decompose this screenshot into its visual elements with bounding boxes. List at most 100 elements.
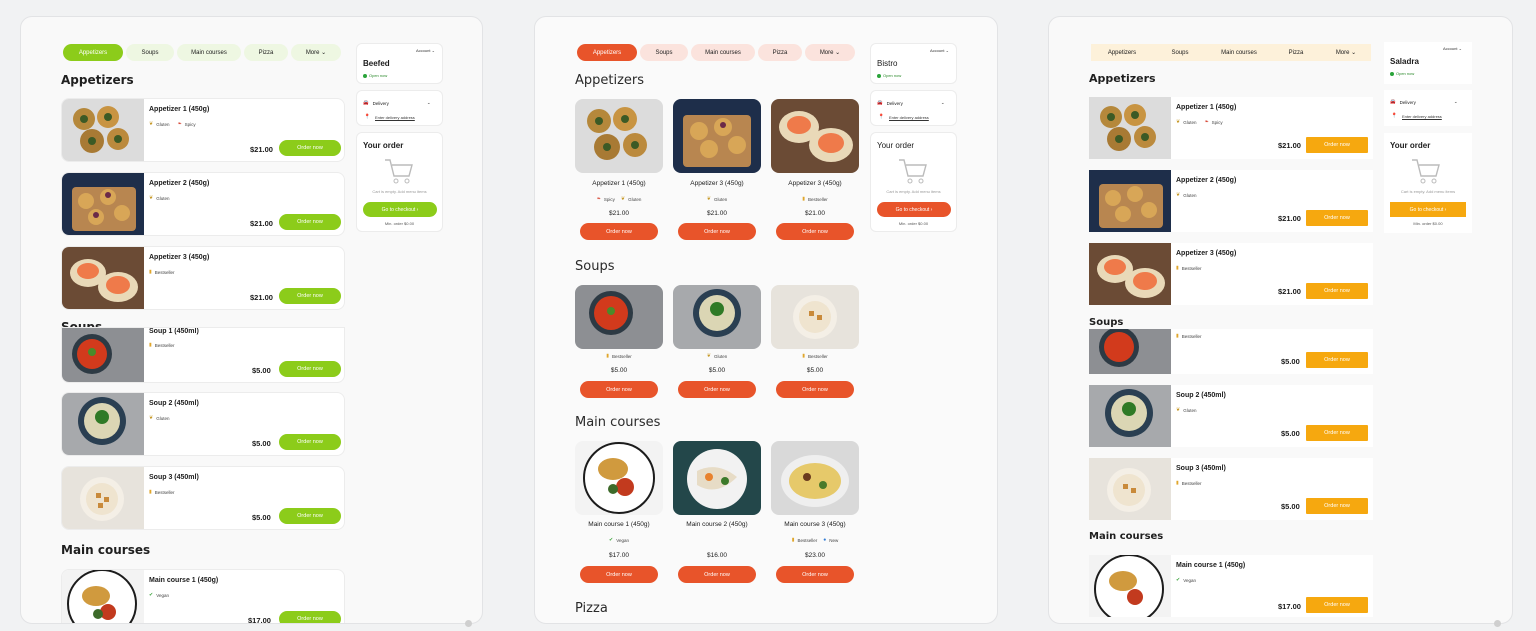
checkout-button[interactable]: Go to checkout ›	[877, 202, 951, 217]
order-box: Your order Cart is empty. Add menu items…	[1384, 133, 1472, 233]
menu-card[interactable]: Appetizer 1 (450g) ❦ Gluten ❧ Spicy $21.00 …	[61, 98, 345, 162]
order-now-button[interactable]: Order now	[1306, 498, 1368, 514]
tab-more[interactable]: More ⌄	[1321, 44, 1371, 61]
order-box: Your order Cart is empty. Add menu items…	[356, 132, 443, 232]
menu-card[interactable]: Soup 1 (450ml) ▮ Bestseller $5.00 Order n…	[61, 327, 345, 383]
item-price: $21.00	[250, 293, 273, 302]
enter-address-link[interactable]: Enter delivery address	[375, 115, 415, 120]
order-now-button[interactable]: Order now	[580, 566, 658, 583]
menu-card[interactable]: Main course 1 (450g) ✔ Vegan $17.00 Order…	[1089, 555, 1373, 617]
section-title-pizza: Pizza	[575, 601, 608, 616]
menu-card[interactable]: ▮ Bestseller $5.00 Order now	[1089, 329, 1373, 374]
soup-3-photo	[1089, 458, 1171, 520]
tab-soups[interactable]: Soups	[126, 44, 174, 61]
order-now-button[interactable]: Order now	[1306, 597, 1368, 613]
item-name: Soup 2 (450ml)	[149, 400, 199, 407]
soup-1-photo	[1089, 329, 1171, 374]
tab-main-courses[interactable]: Main courses	[177, 44, 241, 61]
chili-icon: ❧	[596, 196, 601, 202]
scroll-indicator[interactable]	[1494, 620, 1501, 627]
item-name: Soup 1 (450ml)	[149, 328, 199, 335]
menu-card[interactable]: Appetizer 3 (450g) ▮ Bestseller $21.00 Or…	[1089, 243, 1373, 305]
tab-main-courses[interactable]: Main courses	[1207, 44, 1271, 61]
order-now-button[interactable]: Order now	[279, 434, 341, 450]
order-now-button[interactable]: Order now	[1306, 137, 1368, 153]
open-status: Open now	[1390, 71, 1414, 76]
tab-soups[interactable]: Soups	[1156, 44, 1204, 61]
menu-card[interactable]: Soup 2 (450ml) ❦ Gluten $5.00 Order now	[61, 392, 345, 456]
tab-soups[interactable]: Soups	[640, 44, 688, 61]
order-now-button[interactable]: Order now	[279, 214, 341, 230]
leaf-icon: ✔	[149, 592, 154, 598]
order-now-button[interactable]: Order now	[678, 381, 756, 398]
tab-pizza[interactable]: Pizza	[244, 44, 288, 61]
order-now-button[interactable]: Order now	[580, 381, 658, 398]
order-now-button[interactable]: Order now	[1306, 283, 1368, 299]
tab-pizza[interactable]: Pizza	[758, 44, 802, 61]
order-now-button[interactable]: Order now	[678, 566, 756, 583]
menu-card[interactable]: Appetizer 3 (450g) ▮ Bestseller $21.00 Or…	[61, 246, 345, 310]
tab-appetizers[interactable]: Appetizers	[577, 44, 637, 61]
order-now-button[interactable]: Order now	[1306, 425, 1368, 441]
account-menu[interactable]: Account ⌄	[1443, 46, 1462, 51]
tab-pizza[interactable]: Pizza	[1274, 44, 1318, 61]
trophy-icon: ▮	[802, 353, 805, 359]
category-tabs: Appetizers Soups Main courses Pizza More…	[1091, 44, 1371, 61]
order-now-button[interactable]: Order now	[279, 611, 341, 623]
item-name: Soup 3 (450ml)	[1176, 465, 1226, 472]
tag-label: Gluten	[628, 196, 642, 202]
chili-icon: ❧	[1204, 119, 1209, 125]
tab-main-courses[interactable]: Main courses	[691, 44, 755, 61]
tag-label: Spicy	[184, 121, 196, 127]
item-price: $5.00	[252, 439, 271, 448]
appetizer-2-photo	[62, 173, 144, 235]
restaurant-name: Saladra	[1390, 57, 1419, 66]
trophy-icon: ▮	[149, 269, 152, 275]
order-now-button[interactable]: Order now	[279, 140, 341, 156]
item-name: Main course 1 (450g)	[588, 521, 650, 528]
account-menu[interactable]: Account ⌄	[930, 48, 949, 53]
menu-card[interactable]: Appetizer 1 (450g) ❦ Gluten ❧ Spicy $21.00 …	[1089, 97, 1373, 159]
menu-card[interactable]: Main course 1 (450g) ✔ Vegan $17.00 Order…	[61, 569, 345, 623]
section-title-appetizers: Appetizers	[1089, 72, 1156, 85]
tag-spicy: ❧ Spicy	[597, 196, 615, 202]
delivery-select[interactable]: 🚘 Delivery ⌄	[1390, 99, 1458, 105]
checkout-button[interactable]: Go to checkout ›	[363, 202, 437, 217]
tag-label: Bestseller	[1181, 265, 1202, 271]
order-now-button[interactable]: Order now	[279, 288, 341, 304]
tab-appetizers[interactable]: Appetizers	[1091, 44, 1153, 61]
delivery-select[interactable]: 🚘 Delivery ⌄	[877, 100, 945, 106]
tab-appetizers[interactable]: Appetizers	[63, 44, 123, 61]
tab-more[interactable]: More ⌄	[291, 44, 341, 61]
order-now-button[interactable]: Order now	[776, 566, 854, 583]
menu-card[interactable]: Appetizer 2 (450g) ❦ Gluten $21.00 Order …	[1089, 170, 1373, 232]
item-price: $5.00	[1281, 502, 1300, 511]
wheat-icon: ❦	[620, 196, 626, 202]
order-now-button[interactable]: Order now	[678, 223, 756, 240]
delivery-select[interactable]: 🚘 Delivery ⌄	[363, 100, 431, 106]
enter-address-link[interactable]: Enter delivery address	[1402, 114, 1442, 119]
open-status: Open now	[363, 73, 387, 78]
open-status-label: Open now	[369, 73, 388, 78]
tab-more[interactable]: More ⌄	[805, 44, 855, 61]
order-now-button[interactable]: Order now	[580, 223, 658, 240]
tag-label: Gluten	[1183, 407, 1197, 413]
restaurant-name: Beefed	[363, 59, 390, 68]
order-now-button[interactable]: Order now	[279, 508, 341, 524]
item-name: Soup 3 (450ml)	[149, 474, 199, 481]
order-now-button[interactable]: Order now	[1306, 210, 1368, 226]
checkout-button[interactable]: Go to checkout ›	[1390, 202, 1466, 217]
enter-address-link[interactable]: Enter delivery address	[889, 115, 929, 120]
menu-card[interactable]: Soup 3 (450ml) ▮ Bestseller $5.00 Order n…	[1089, 458, 1373, 520]
account-menu[interactable]: Account ⌄	[416, 48, 435, 53]
tag-bestseller: ▮ Bestseller	[149, 342, 175, 348]
menu-card[interactable]: Soup 3 (450ml) ▮ Bestseller $5.00 Order n…	[61, 466, 345, 530]
scroll-indicator[interactable]	[465, 620, 472, 627]
menu-card[interactable]: Appetizer 2 (450g) ❦ Gluten $21.00 Order …	[61, 172, 345, 236]
order-now-button[interactable]: Order now	[776, 223, 854, 240]
order-now-button[interactable]: Order now	[1306, 352, 1368, 368]
order-now-button[interactable]: Order now	[776, 381, 854, 398]
item-price: $21.00	[1278, 141, 1301, 150]
order-now-button[interactable]: Order now	[279, 361, 341, 377]
menu-card[interactable]: Soup 2 (450ml) ❦ Gluten $5.00 Order now	[1089, 385, 1373, 447]
